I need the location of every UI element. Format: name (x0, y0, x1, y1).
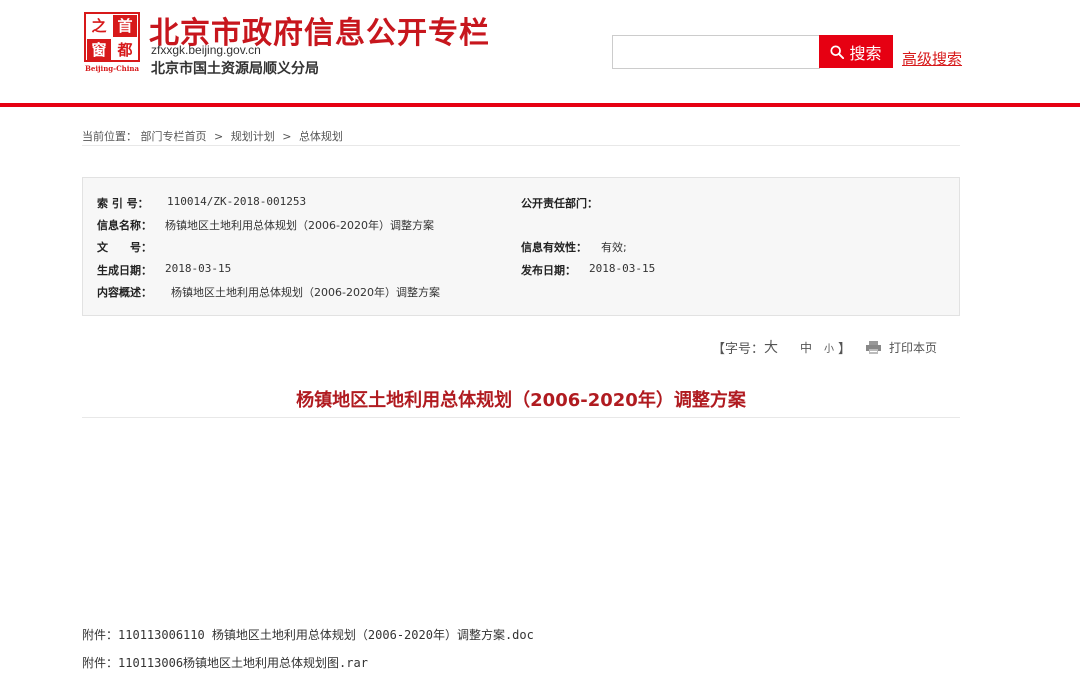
breadcrumb-item-dept-home[interactable]: 部门专栏首页 (141, 130, 207, 143)
attachment-link[interactable]: 110113006杨镇地区土地利用总体规划图.rar (118, 656, 368, 670)
attachment-label: 附件： (82, 656, 119, 670)
site-logo[interactable]: 之 首 窗 都 Beijing-China (84, 12, 140, 74)
attachment-link[interactable]: 110113006110 杨镇地区土地利用总体规划（2006-2020年）调整方… (118, 628, 534, 642)
site-header: 之 首 窗 都 Beijing-China 北京市政府信息公开专栏 zfxxgk… (0, 0, 1080, 104)
print-label: 打印本页 (889, 340, 938, 355)
advanced-search-link[interactable]: 高级搜索 (902, 48, 962, 69)
logo-char: 之 (91, 17, 107, 35)
validity-label: 信息有效性： (521, 241, 587, 254)
search-input[interactable] (612, 35, 820, 69)
search-button[interactable]: 搜索 (819, 35, 893, 68)
breadcrumb-item-overall-planning[interactable]: 总体规划 (299, 130, 343, 143)
validity-value: 有效; (601, 241, 627, 254)
attachment-label: 附件： (82, 628, 119, 642)
logo-char: 都 (117, 41, 133, 59)
header-divider (0, 103, 1080, 107)
published-date-label: 发布日期： (521, 264, 576, 277)
font-size-toolbar: 【字号： 大 中 小 】 (712, 337, 852, 357)
breadcrumb-separator: > (282, 130, 292, 143)
breadcrumb-separator: > (214, 130, 224, 143)
logo-emblem: 之 首 窗 都 (84, 12, 140, 62)
logo-subtitle: Beijing-China (84, 64, 140, 73)
search-icon (830, 44, 845, 59)
breadcrumb-item-planning[interactable]: 规划计划 (231, 130, 275, 143)
info-name-value: 杨镇地区土地利用总体规划（2006-2020年）调整方案 (165, 219, 434, 232)
attachment-item: 附件：110113006杨镇地区土地利用总体规划图.rar (82, 654, 368, 671)
document-info-panel: 索 引 号： 110014/ZK-2018-001253 公开责任部门： 信息名… (82, 177, 960, 316)
logo-char: 首 (113, 15, 137, 37)
font-size-large-button[interactable]: 大 (764, 337, 778, 357)
logo-char: 窗 (87, 39, 111, 61)
font-size-medium-button[interactable]: 中 (800, 339, 812, 356)
summary-value: 杨镇地区土地利用总体规划（2006-2020年）调整方案 (171, 286, 440, 299)
responsible-dept-label: 公开责任部门： (521, 197, 598, 210)
breadcrumb-prefix: 当前位置： (82, 130, 137, 143)
printer-icon (866, 340, 881, 354)
print-button[interactable]: 打印本页 (866, 338, 937, 356)
site-domain: zfxxgk.beijing.gov.cn (151, 43, 261, 57)
document-title: 杨镇地区土地利用总体规划（2006-2020年）调整方案 (82, 386, 960, 418)
doc-number-label: 文 号： (97, 241, 152, 254)
summary-label: 内容概述： (97, 286, 152, 299)
info-name-label: 信息名称： (97, 219, 152, 232)
published-date-value: 2018-03-15 (589, 262, 656, 275)
font-size-small-button[interactable]: 小 (824, 340, 834, 355)
font-size-prefix: 【字号： (712, 341, 765, 357)
created-date-label: 生成日期： (97, 264, 152, 277)
site-department: 北京市国土资源局顺义分局 (151, 61, 319, 77)
index-value: 110014/ZK-2018-001253 (167, 195, 307, 208)
breadcrumb: 当前位置： 部门专栏首页 > 规划计划 > 总体规划 (82, 128, 960, 146)
index-label: 索 引 号： (97, 197, 149, 210)
search-button-label: 搜索 (849, 43, 882, 63)
font-size-suffix: 】 (838, 341, 852, 357)
created-date-value: 2018-03-15 (165, 262, 232, 275)
attachment-item: 附件：110113006110 杨镇地区土地利用总体规划（2006-2020年）… (82, 626, 534, 643)
